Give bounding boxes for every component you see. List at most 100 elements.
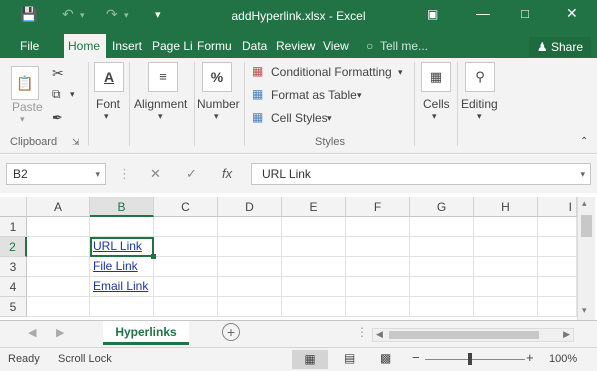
conditional-formatting-label[interactable]: Conditional Formatting (271, 65, 392, 79)
grid-cell[interactable] (474, 277, 538, 297)
grid-cell[interactable] (474, 257, 538, 277)
column-header-h[interactable]: H (474, 197, 538, 217)
font-icon[interactable]: A (94, 62, 124, 92)
tab-file[interactable]: File (16, 34, 50, 58)
zoom-in-icon[interactable]: + (526, 350, 534, 365)
row-header-2[interactable]: 2 (0, 237, 27, 257)
grid-cell[interactable] (154, 237, 218, 257)
column-header-g[interactable]: G (410, 197, 474, 217)
grid-cell[interactable] (27, 217, 90, 237)
close-icon[interactable]: ✕ (566, 5, 578, 22)
cells-label[interactable]: Cells (423, 97, 450, 111)
grid-cell[interactable] (154, 297, 218, 317)
select-all-corner[interactable] (0, 197, 27, 217)
cell-b3-hyperlink[interactable]: File Link (90, 257, 154, 277)
grid-cell[interactable] (346, 297, 410, 317)
grid-cell[interactable] (346, 237, 410, 257)
cell-styles-icon[interactable]: ▦ (252, 110, 263, 124)
grid-cell[interactable] (154, 277, 218, 297)
font-dropdown-icon[interactable]: ▾ (104, 111, 109, 122)
column-header-f[interactable]: F (346, 197, 410, 217)
insert-function-icon[interactable]: fx (222, 163, 232, 185)
grid-cell[interactable] (27, 277, 90, 297)
grid-cell[interactable] (538, 217, 577, 237)
grid-cell[interactable] (218, 237, 282, 257)
worksheet-grid[interactable]: A B C D E F G H I 1 2 3 4 5 URL Link Fil… (0, 197, 597, 320)
grid-cell[interactable] (282, 257, 346, 277)
grid-cell[interactable] (218, 257, 282, 277)
tab-view[interactable]: View (319, 34, 353, 58)
column-header-d[interactable]: D (218, 197, 282, 217)
ribbon-display-icon[interactable]: ▣ (427, 7, 438, 21)
grid-cell[interactable] (346, 257, 410, 277)
grid-cell[interactable] (218, 297, 282, 317)
cut-icon[interactable]: ✂ (52, 65, 64, 82)
row-header-5[interactable]: 5 (0, 297, 27, 317)
page-break-view-icon[interactable]: ▩ (380, 351, 391, 365)
grid-cell[interactable] (218, 277, 282, 297)
formula-input[interactable]: URL Link ▾ (251, 163, 591, 185)
cells-icon[interactable]: ▦ (421, 62, 451, 92)
cell-styles-dropdown-icon[interactable]: ▾ (327, 113, 332, 124)
grid-cell[interactable] (282, 277, 346, 297)
scroll-right-icon[interactable]: ▶ (563, 329, 570, 340)
format-as-table-icon[interactable]: ▦ (252, 87, 263, 101)
new-sheet-icon[interactable]: + (222, 323, 240, 341)
tab-split-handle-icon[interactable]: ⋮ (356, 325, 368, 339)
zoom-out-icon[interactable]: − (412, 350, 420, 365)
format-as-table-dropdown-icon[interactable]: ▾ (357, 90, 362, 101)
grid-cell[interactable] (410, 217, 474, 237)
paste-label[interactable]: Paste (12, 100, 43, 114)
grid-cell[interactable] (474, 237, 538, 257)
search-icon[interactable]: ⚲ (465, 62, 495, 92)
zoom-level[interactable]: 100% (549, 353, 577, 365)
grid-cell[interactable] (154, 257, 218, 277)
fill-handle[interactable] (151, 254, 156, 259)
page-layout-view-icon[interactable]: ▤ (344, 351, 355, 365)
grid-cell[interactable] (27, 297, 90, 317)
grid-cell[interactable] (346, 217, 410, 237)
scroll-left-icon[interactable]: ◀ (376, 329, 383, 340)
grid-cell[interactable] (474, 297, 538, 317)
alignment-icon[interactable]: ≡ (148, 62, 178, 92)
grid-cell[interactable] (218, 217, 282, 237)
copy-icon[interactable]: ⧉ (52, 87, 61, 102)
normal-view-icon[interactable]: ▦ (292, 350, 328, 369)
cell-b2-hyperlink[interactable]: URL Link (90, 237, 154, 257)
column-header-e[interactable]: E (282, 197, 346, 217)
row-header-3[interactable]: 3 (0, 257, 27, 277)
tab-page-layout[interactable]: Page Li (148, 34, 193, 58)
share-button[interactable]: ♟ Share (528, 37, 591, 57)
format-painter-icon[interactable]: ✒ (52, 110, 63, 126)
name-box-dropdown-icon[interactable]: ▾ (95, 164, 100, 184)
grid-cell[interactable] (154, 217, 218, 237)
conditional-formatting-dropdown-icon[interactable]: ▾ (398, 67, 403, 78)
vertical-scrollbar[interactable]: ▴ ▾ (577, 197, 595, 320)
grid-cell[interactable] (282, 297, 346, 317)
collapse-ribbon-icon[interactable]: ⌃ (580, 136, 588, 147)
tell-me-search[interactable]: Tell me... (376, 34, 446, 58)
grid-cell[interactable] (90, 217, 154, 237)
editing-dropdown-icon[interactable]: ▾ (477, 111, 482, 122)
grid-cell[interactable] (538, 277, 577, 297)
enter-icon[interactable]: ✓ (186, 163, 197, 185)
alignment-label[interactable]: Alignment (134, 97, 187, 111)
font-label[interactable]: Font (96, 97, 120, 111)
cell-b4-hyperlink[interactable]: Email Link (90, 277, 154, 297)
grid-cell[interactable] (538, 297, 577, 317)
grid-cell[interactable] (410, 297, 474, 317)
scroll-up-icon[interactable]: ▴ (582, 198, 587, 209)
conditional-formatting-icon[interactable]: ▦ (252, 64, 263, 78)
number-label[interactable]: Number (197, 97, 240, 111)
grid-cell[interactable] (90, 297, 154, 317)
clipboard-launcher-icon[interactable]: ⇲ (72, 137, 80, 148)
format-as-table-label[interactable]: Format as Table (271, 88, 357, 102)
cell-styles-label[interactable]: Cell Styles (271, 111, 328, 125)
scroll-down-icon[interactable]: ▾ (582, 305, 587, 316)
grid-cell[interactable] (27, 257, 90, 277)
paste-dropdown-icon[interactable]: ▾ (20, 114, 25, 125)
tab-data[interactable]: Data (238, 34, 272, 58)
tab-insert[interactable]: Insert (108, 34, 148, 58)
vertical-scroll-thumb[interactable] (581, 215, 592, 237)
tab-home[interactable]: Home (64, 34, 106, 58)
